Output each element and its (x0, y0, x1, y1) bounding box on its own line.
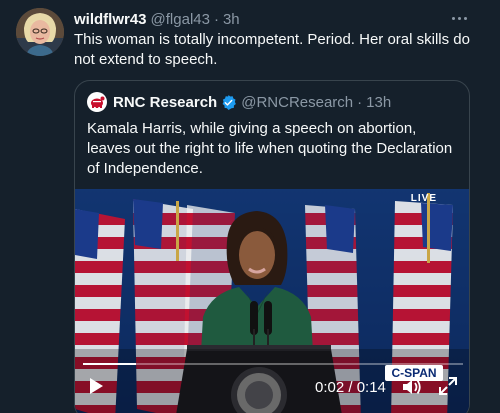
quoted-separator-dot: · (357, 93, 363, 111)
display-name[interactable]: wildflwr43 (74, 11, 147, 28)
live-label: LIVE (410, 193, 437, 204)
quoted-handle[interactable]: @RNCResearch (241, 94, 353, 111)
video-progress-fill (83, 363, 137, 365)
quoted-timestamp[interactable]: 13h (366, 94, 391, 111)
tweet-header: wildflwr43 @flgal43 · 3h (74, 10, 240, 28)
timestamp[interactable]: 3h (223, 11, 240, 28)
video-progress-bar[interactable] (83, 363, 463, 365)
separator-dot: · (213, 10, 219, 28)
tweet[interactable]: wildflwr43 @flgal43 · 3h This woman is t… (0, 0, 500, 413)
video-time-readout: 0:02 / 0:14 (315, 379, 386, 396)
quoted-tweet[interactable]: RNC Research @RNCResearch · 13h Kamala H… (74, 80, 470, 413)
fullscreen-icon[interactable] (439, 377, 457, 395)
quoted-tweet-text: Kamala Harris, while giving a speech on … (87, 120, 453, 177)
volume-icon[interactable] (402, 378, 422, 396)
quoted-tweet-header: RNC Research @RNCResearch · 13h (87, 92, 391, 112)
video-player[interactable]: LIVE C-SPAN 0:02 / 0:14 (75, 189, 469, 413)
user-avatar[interactable] (16, 8, 64, 56)
tweet-text: This woman is totally incompetent. Perio… (74, 31, 470, 68)
play-icon[interactable] (87, 377, 105, 395)
user-handle[interactable]: @flgal43 (151, 11, 210, 28)
more-options-icon[interactable] (446, 8, 472, 28)
verified-badge-icon (222, 94, 237, 110)
quoted-display-name[interactable]: RNC Research (113, 94, 217, 111)
rnc-logo-icon[interactable] (87, 92, 107, 112)
